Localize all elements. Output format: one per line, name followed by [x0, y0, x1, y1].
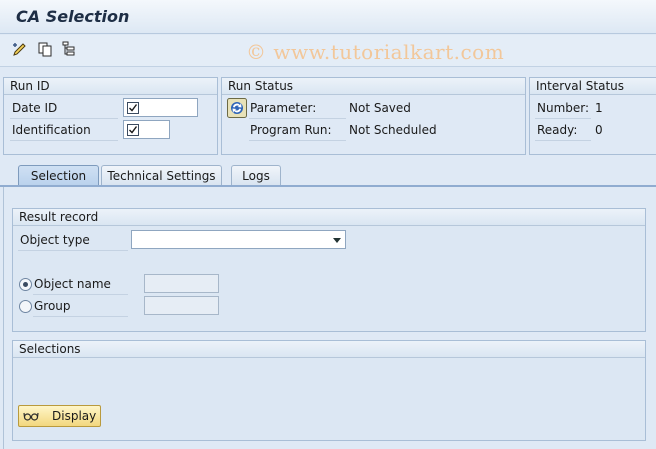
run-id-panel: Run ID Date ID Identification [3, 77, 218, 155]
program-run-value: Not Scheduled [349, 123, 437, 137]
parameter-underline [249, 118, 346, 119]
object-name-underline [33, 294, 128, 295]
object-name-radio[interactable] [19, 278, 32, 291]
checkbox-icon [127, 102, 139, 114]
ready-value: 0 [595, 123, 603, 137]
result-record-header: Result record [13, 209, 645, 226]
object-name-field[interactable] [144, 274, 219, 293]
interval-status-panel: Interval Status Number: 1 Ready: 0 [529, 77, 656, 155]
group-label: Group [34, 299, 71, 313]
selections-header: Selections [13, 341, 645, 358]
identification-field[interactable] [123, 120, 170, 139]
object-type-dropdown[interactable] [131, 230, 346, 249]
date-id-field[interactable] [123, 98, 198, 117]
selections-group: Selections Display [12, 340, 646, 441]
checkbox-icon [127, 124, 139, 136]
number-value: 1 [595, 101, 603, 115]
tab-strip: Selection Technical Settings Logs [0, 163, 656, 187]
ready-underline [535, 140, 591, 141]
group-radio[interactable] [19, 300, 32, 313]
copy-icon[interactable] [37, 41, 53, 57]
object-type-label: Object type [20, 233, 90, 247]
number-label: Number: [537, 101, 590, 115]
title-bar: CA Selection [0, 0, 656, 34]
group-underline [33, 316, 128, 317]
tab-selection[interactable]: Selection [18, 165, 99, 186]
display-button-label: Display [52, 409, 97, 423]
watermark-text: © www.tutorialkart.com [246, 40, 505, 64]
run-status-panel: Run Status Parameter: Not Saved Program … [221, 77, 526, 155]
tree-structure-icon[interactable] [61, 41, 77, 57]
parameter-value: Not Saved [349, 101, 411, 115]
object-name-label: Object name [34, 277, 111, 291]
refresh-icon[interactable] [227, 98, 247, 118]
page-title: CA Selection [16, 7, 130, 26]
tab-content-selection: Result record Object type Object name Gr… [3, 187, 656, 449]
ready-label: Ready: [537, 123, 578, 137]
chevron-down-icon [333, 238, 341, 243]
interval-status-header: Interval Status [530, 78, 656, 95]
execute-pencil-icon[interactable] [12, 41, 28, 57]
date-id-label: Date ID [12, 101, 58, 115]
identification-label: Identification [12, 123, 91, 137]
tab-logs[interactable]: Logs [231, 165, 281, 186]
parameter-label: Parameter: [250, 101, 317, 115]
date-id-underline [10, 118, 118, 119]
group-field[interactable] [144, 296, 219, 315]
result-record-group: Result record Object type Object name Gr… [12, 208, 646, 332]
display-button[interactable]: Display [18, 405, 101, 427]
program-run-label: Program Run: [250, 123, 332, 137]
identification-underline [10, 140, 118, 141]
glasses-icon [23, 409, 39, 423]
run-id-header: Run ID [4, 78, 217, 95]
run-status-header: Run Status [222, 78, 525, 95]
tab-technical-settings[interactable]: Technical Settings [101, 165, 222, 186]
object-type-underline [18, 250, 128, 251]
program-run-underline [249, 140, 346, 141]
number-underline [535, 118, 591, 119]
